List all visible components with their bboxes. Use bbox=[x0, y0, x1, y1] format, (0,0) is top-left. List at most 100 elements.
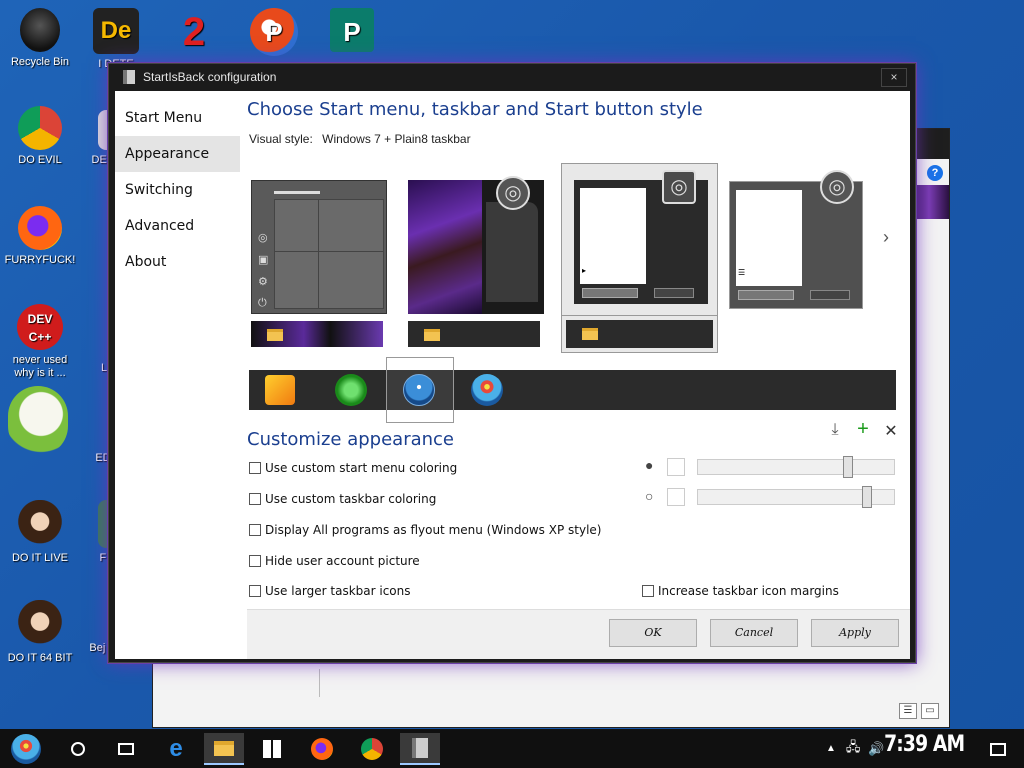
chrome-icon bbox=[18, 106, 62, 150]
desktop-icon-do-it-64-bit[interactable]: DO IT 64 BIT bbox=[2, 600, 78, 665]
checkbox[interactable] bbox=[249, 524, 261, 536]
network-icon[interactable]: 🖧 bbox=[846, 738, 861, 760]
start-button-styles bbox=[249, 357, 896, 423]
checkbox[interactable] bbox=[249, 555, 261, 567]
checkbox[interactable] bbox=[249, 493, 261, 505]
portrait-icon bbox=[16, 500, 64, 548]
system-tray: ▲ 🖧 🔊 bbox=[826, 729, 885, 768]
style-thumb-purple[interactable]: ◎ bbox=[404, 175, 544, 314]
style-thumb-win7[interactable]: ▸ ◎ bbox=[561, 163, 718, 319]
taskbar-thumb-plain8[interactable] bbox=[561, 315, 718, 353]
dialog-client: Start Menu Appearance Switching Advanced… bbox=[115, 91, 910, 659]
chrome-button[interactable] bbox=[352, 733, 392, 765]
close-button[interactable]: × bbox=[881, 68, 907, 87]
start-orb-flag-icon[interactable] bbox=[265, 375, 295, 405]
desktop-icon-number-2[interactable]: 2 bbox=[156, 8, 232, 60]
notification-button[interactable] bbox=[978, 733, 1018, 765]
option-icon-margins[interactable]: Increase taskbar icon margins bbox=[642, 584, 839, 598]
windows-orb-icon bbox=[11, 734, 41, 764]
ok-button[interactable]: OK bbox=[609, 619, 697, 647]
folder-icon: ▣ bbox=[258, 254, 269, 266]
view-buttons: ☰ ▭ bbox=[899, 703, 939, 719]
notification-icon bbox=[990, 742, 1006, 756]
option-taskbar-coloring[interactable]: Use custom taskbar coloring bbox=[249, 492, 436, 506]
style-thumb-plain8[interactable]: ☰ ◎ bbox=[719, 163, 875, 319]
option-start-menu-coloring[interactable]: Use custom start menu coloring bbox=[249, 461, 457, 475]
startisback-button[interactable] bbox=[400, 733, 440, 765]
volume-icon[interactable]: 🔊 bbox=[868, 741, 884, 757]
desktop-icon-recycle-bin[interactable]: Recycle Bin bbox=[2, 8, 78, 69]
recycle-bin-icon bbox=[20, 8, 60, 52]
dialog-footer: OK Cancel Apply bbox=[247, 609, 910, 659]
help-icon[interactable]: ? bbox=[927, 165, 943, 181]
remove-icon[interactable]: ✕ bbox=[884, 421, 898, 441]
chevron-up-icon[interactable]: ▲ bbox=[826, 743, 836, 754]
file-explorer-button[interactable] bbox=[204, 733, 244, 765]
nav-switching[interactable]: Switching bbox=[115, 172, 240, 208]
download-icon[interactable]: ⤓ bbox=[828, 421, 842, 441]
nav-start-menu[interactable]: Start Menu bbox=[115, 100, 240, 136]
user-avatar-icon: ◎ bbox=[820, 170, 854, 204]
desktop-icon-detective[interactable]: De I DETE bbox=[78, 8, 154, 71]
start-orb-clover-icon[interactable] bbox=[335, 374, 367, 406]
start-orb-win7-icon[interactable] bbox=[403, 374, 435, 406]
folder-icon bbox=[582, 328, 598, 340]
start-menu-opacity-slider[interactable] bbox=[697, 456, 895, 478]
visual-style-value: Windows 7 + Plain8 taskbar bbox=[322, 132, 471, 146]
slider-handle[interactable] bbox=[843, 456, 853, 478]
nav-advanced[interactable]: Advanced bbox=[115, 208, 240, 244]
start-menu-color-swatch[interactable] bbox=[667, 458, 685, 476]
edge-button[interactable]: e bbox=[156, 733, 196, 765]
checkbox[interactable] bbox=[249, 585, 261, 597]
taskbar-opacity-slider[interactable] bbox=[697, 486, 895, 508]
nav-appearance[interactable]: Appearance bbox=[115, 136, 240, 172]
gear-icon: ⚙ bbox=[258, 276, 268, 288]
visual-style-label: Visual style: bbox=[249, 132, 313, 146]
desktop-icon-do-it-live[interactable]: DO IT LIVE bbox=[2, 500, 78, 565]
portrait-64-icon bbox=[16, 600, 64, 648]
slider-handle[interactable] bbox=[862, 486, 872, 508]
user-avatar-icon: ◎ bbox=[662, 170, 696, 204]
firefox-icon bbox=[18, 206, 62, 250]
clock[interactable]: 7:39 AM bbox=[884, 732, 965, 757]
desktop-icon-p-app[interactable]: P bbox=[236, 8, 312, 60]
settings-nav: Start Menu Appearance Switching Advanced… bbox=[115, 100, 240, 280]
option-larger-icons[interactable]: Use larger taskbar icons bbox=[249, 584, 411, 598]
option-hide-user-picture[interactable]: Hide user account picture bbox=[249, 554, 420, 568]
cortana-button[interactable] bbox=[58, 733, 98, 765]
large-icons-view-icon[interactable]: ▭ bbox=[921, 703, 939, 719]
start-orb-button[interactable] bbox=[6, 733, 46, 765]
appearance-panel: Choose Start menu, taskbar and Start but… bbox=[247, 91, 910, 659]
checkbox[interactable] bbox=[249, 462, 261, 474]
checkbox[interactable] bbox=[642, 585, 654, 597]
style-thumb-win10[interactable]: ◎ ▣ ⚙ ⏻ bbox=[247, 175, 387, 314]
dev-cpp-icon: DEV C++ bbox=[17, 304, 63, 350]
desktop-icon-publisher[interactable]: P bbox=[314, 8, 390, 56]
task-view-button[interactable] bbox=[106, 733, 146, 765]
start-orb-win7-alt-icon[interactable] bbox=[471, 374, 503, 406]
desktop-icon-firefox[interactable]: FURRYFUCK! bbox=[2, 206, 78, 267]
taskbar-color-swatch[interactable] bbox=[667, 488, 685, 506]
chevron-right-icon[interactable]: › bbox=[883, 227, 889, 248]
store-button[interactable] bbox=[252, 733, 292, 765]
details-view-icon[interactable]: ☰ bbox=[899, 703, 917, 719]
taskbar: e ▲ 🖧 🔊 7:39 AM bbox=[0, 729, 1024, 768]
add-icon[interactable]: + bbox=[856, 419, 870, 441]
chrome-icon bbox=[361, 738, 383, 760]
number-two-icon: 2 bbox=[182, 10, 206, 54]
style-heading: Choose Start menu, taskbar and Start but… bbox=[247, 99, 703, 120]
taskbar-thumb-purple[interactable] bbox=[247, 317, 387, 351]
edge-icon: e bbox=[169, 735, 183, 762]
taskbar-thumb-dark[interactable] bbox=[404, 317, 544, 351]
option-all-programs-flyout[interactable]: Display All programs as flyout menu (Win… bbox=[249, 523, 601, 537]
nav-about[interactable]: About bbox=[115, 244, 240, 280]
apply-button[interactable]: Apply bbox=[811, 619, 899, 647]
desktop-icon-dev-cpp[interactable]: DEV C++ never used why is it ... bbox=[2, 304, 78, 380]
desktop-icon-character[interactable] bbox=[0, 386, 76, 460]
desktop-icon-chrome[interactable]: DO EVIL bbox=[2, 106, 78, 167]
startisback-dialog: StartIsBack configuration × Start Menu A… bbox=[108, 63, 916, 663]
cancel-button[interactable]: Cancel bbox=[710, 619, 798, 647]
firefox-button[interactable] bbox=[302, 733, 342, 765]
dialog-title: StartIsBack configuration bbox=[143, 70, 277, 84]
publisher-icon: P bbox=[330, 8, 374, 52]
